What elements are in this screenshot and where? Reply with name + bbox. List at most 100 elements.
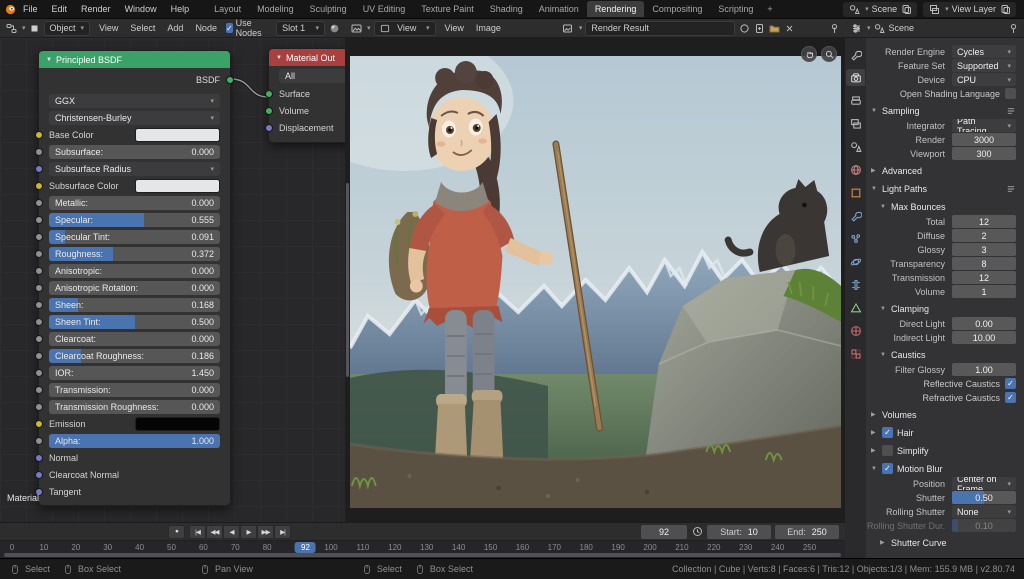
panel-motion-blur[interactable]: ▼ ✓ Motion Blur	[866, 461, 1024, 476]
jump-to-end-button[interactable]: ▶|	[274, 524, 291, 539]
menu-add[interactable]: Add	[161, 21, 189, 35]
workspace-tab-animation[interactable]: Animation	[531, 1, 587, 17]
dropdown-feature-set[interactable]: Supported ▾	[952, 59, 1016, 72]
input-socket[interactable]	[35, 130, 43, 139]
input-socket[interactable]	[265, 123, 273, 132]
view-layer-selector[interactable]: ▾ View Layer	[923, 1, 1016, 17]
workspace-tab-compositing[interactable]: Compositing	[644, 1, 710, 17]
editor-type-icon[interactable]	[5, 22, 17, 34]
unlink-image-icon[interactable]	[783, 22, 795, 34]
menu-file[interactable]: File	[16, 2, 45, 16]
open-image-icon[interactable]	[768, 22, 780, 34]
value-direct-light[interactable]: 0.00	[952, 317, 1016, 330]
jump-to-start-button[interactable]: |◀	[189, 524, 206, 539]
workspace-tab-layout[interactable]: Layout	[206, 1, 249, 17]
properties-tab-texture[interactable]	[846, 345, 865, 362]
output-target-row[interactable]: All	[269, 66, 345, 85]
material-preview-icon[interactable]	[328, 22, 340, 34]
panel-max-bounces[interactable]: ▼ Max Bounces	[866, 199, 1024, 214]
new-scene-icon[interactable]	[900, 3, 912, 15]
input-socket[interactable]	[35, 232, 43, 241]
value-render[interactable]: 3000	[952, 133, 1016, 146]
properties-tab-physics[interactable]	[846, 253, 865, 270]
panel-volumes[interactable]: ▶ Volumes	[866, 407, 1024, 422]
input-socket[interactable]	[35, 215, 43, 224]
properties-tab-scene[interactable]	[846, 138, 865, 155]
pan-view-button[interactable]	[801, 46, 817, 62]
input-socket[interactable]	[35, 181, 43, 190]
input-socket[interactable]	[35, 385, 43, 394]
workspace-tab-modeling[interactable]: Modeling	[249, 1, 302, 17]
input-socket[interactable]	[35, 147, 43, 156]
checkbox-motion-blur[interactable]: ✓	[882, 463, 893, 474]
menu-image[interactable]: Image	[470, 21, 507, 35]
slider[interactable]: Sheen Tint: 0.500	[49, 314, 220, 329]
value-volume[interactable]: 1	[952, 285, 1016, 298]
play-reverse-button[interactable]: ◀	[223, 524, 240, 539]
properties-tab-object[interactable]	[846, 184, 865, 201]
material-output-header[interactable]: ▼ Material Out	[269, 49, 345, 66]
workspace-tab-texture-paint[interactable]: Texture Paint	[413, 1, 482, 17]
properties-tab-world[interactable]	[846, 161, 865, 178]
input-socket[interactable]	[35, 198, 43, 207]
panel-simplify[interactable]: ▶ Simplify	[866, 443, 1024, 458]
principled-bsdf-header[interactable]: ▼ Principled BSDF	[39, 51, 230, 68]
end-frame-field[interactable]: End: 250	[775, 524, 839, 539]
new-image-icon[interactable]	[753, 22, 765, 34]
next-keyframe-button[interactable]: ▶▶	[257, 524, 274, 539]
slider[interactable]: Anisotropic Rotation: 0.000	[49, 280, 220, 295]
add-workspace-button[interactable]: +	[761, 1, 778, 17]
input-socket[interactable]	[35, 334, 43, 343]
slider[interactable]: Subsurface: 0.000	[49, 144, 220, 159]
slider[interactable]: Transmission: 0.000	[49, 382, 220, 397]
panel-advanced[interactable]: ▶ Advanced	[866, 163, 1024, 178]
current-frame-indicator[interactable]: 92	[295, 542, 316, 553]
workspace-tab-shading[interactable]: Shading	[482, 1, 531, 17]
panel-triangle-icon[interactable]: ▼	[871, 466, 878, 472]
properties-tab-particles[interactable]	[846, 230, 865, 247]
use-nodes-checkbox[interactable]: ✓	[225, 23, 233, 33]
properties-tab-data[interactable]	[846, 299, 865, 316]
menu-edit[interactable]: Edit	[45, 2, 75, 16]
value-viewport[interactable]: 300	[952, 147, 1016, 160]
menu-window[interactable]: Window	[118, 2, 164, 16]
value-filter-glossy[interactable]: 1.00	[952, 363, 1016, 376]
pin-icon[interactable]	[1007, 22, 1019, 34]
input-socket[interactable]	[35, 300, 43, 309]
workspace-tab-rendering[interactable]: Rendering	[586, 1, 645, 17]
bsdf-output-socket[interactable]	[226, 76, 234, 84]
panel-triangle-icon[interactable]: ▶	[880, 539, 887, 546]
properties-tab-output[interactable]	[846, 92, 865, 109]
color-swatch[interactable]	[134, 416, 220, 431]
value-diffuse[interactable]: 2	[952, 229, 1016, 242]
slider[interactable]: Clearcoat Roughness: 0.186	[49, 348, 220, 363]
image-name-field[interactable]: Render Result	[585, 20, 736, 36]
color-swatch[interactable]	[134, 178, 220, 193]
input-socket[interactable]	[35, 164, 43, 173]
display-mode-dropdown[interactable]: View ▾	[373, 20, 436, 36]
slider[interactable]: Metallic: 0.000	[49, 195, 220, 210]
slider[interactable]: Alpha: 1.000	[49, 433, 220, 448]
properties-tab-render-active[interactable]	[846, 69, 865, 86]
checkbox-simplify[interactable]	[882, 445, 893, 456]
slot-dropdown[interactable]: Slot 1 ▾	[276, 20, 325, 36]
panel-light-paths[interactable]: ▼ Light Paths	[866, 181, 1024, 196]
panel-triangle-icon[interactable]: ▶	[871, 447, 878, 454]
properties-tab-material[interactable]	[846, 322, 865, 339]
clock-icon[interactable]	[691, 526, 703, 538]
shader-type-dropdown[interactable]: Object ▾	[43, 20, 91, 36]
input-socket[interactable]	[35, 470, 43, 479]
checkbox-hair[interactable]: ✓	[882, 427, 893, 438]
slider[interactable]: Roughness: 0.372	[49, 246, 220, 261]
new-view-layer-icon[interactable]	[999, 3, 1011, 15]
slider[interactable]: Specular Tint: 0.091	[49, 229, 220, 244]
panel-caustics[interactable]: ▼ Caustics	[866, 347, 1024, 362]
blender-logo-icon[interactable]	[4, 3, 16, 15]
editor-type-icon[interactable]	[850, 22, 862, 34]
input-socket[interactable]	[35, 317, 43, 326]
panel-triangle-icon[interactable]: ▶	[871, 411, 878, 418]
slider-shutter[interactable]: 0.50	[952, 491, 1016, 504]
input-socket[interactable]	[265, 89, 273, 98]
dropdown-render-engine[interactable]: Cycles ▾	[952, 45, 1016, 58]
scene-selector[interactable]: ▾ Scene	[843, 1, 918, 17]
